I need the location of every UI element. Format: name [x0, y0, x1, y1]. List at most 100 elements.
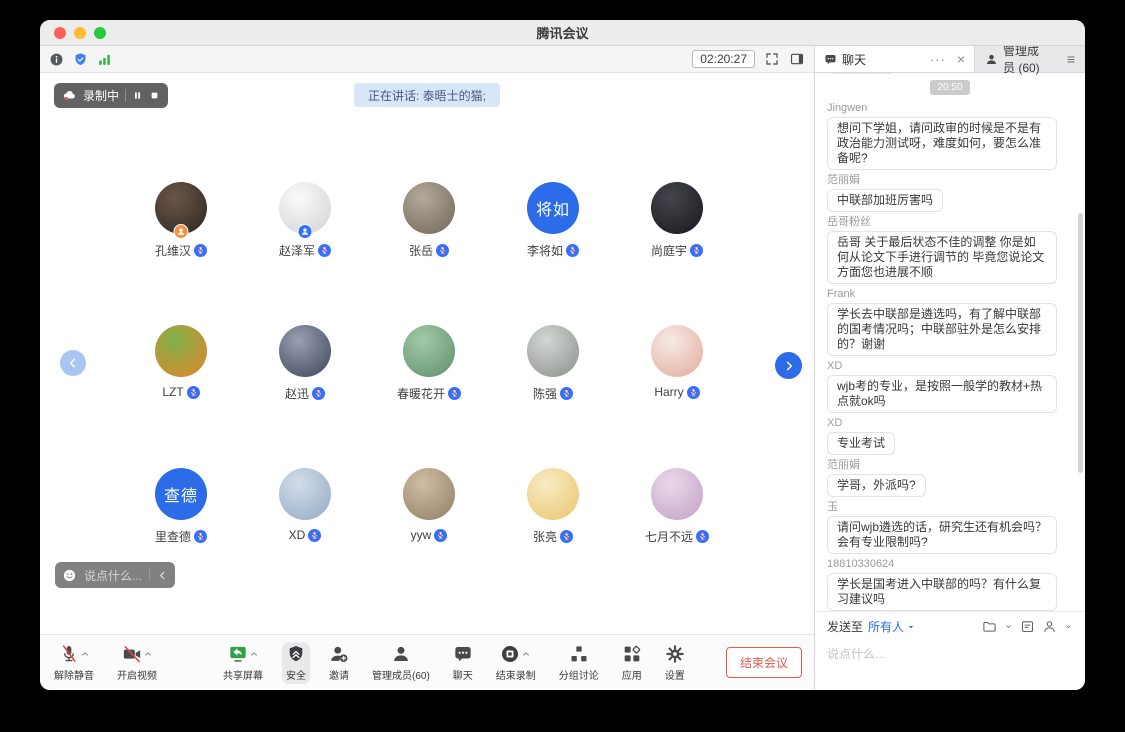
participant-name: 赵泽军 [279, 242, 315, 259]
participant-avatar [651, 182, 703, 234]
mic-muted-icon [560, 387, 573, 400]
participant-tile[interactable]: 孔维汉 [119, 182, 243, 325]
send-to-selector[interactable]: 所有人 [868, 618, 916, 635]
participant-tile[interactable]: LZT [119, 325, 243, 468]
mic-muted-icon [187, 386, 200, 399]
toolbar-apps[interactable]: 应用 [618, 642, 646, 684]
participant-tile[interactable]: 张亮 [491, 468, 615, 611]
collapse-left-icon[interactable] [157, 570, 168, 581]
participant-tile[interactable]: 春暖花开 [367, 325, 491, 468]
mic-muted-icon [312, 387, 325, 400]
mic-muted-icon [448, 387, 461, 400]
message-bubble: 学长是国考进入中联部的吗？有什么复习建议吗 [827, 573, 1057, 611]
screenshot-icon[interactable] [1020, 619, 1035, 634]
participant-avatar [651, 325, 703, 377]
close-button[interactable] [54, 27, 66, 39]
chat-scrollbar[interactable] [1078, 213, 1083, 473]
more-options-icon[interactable]: ··· [930, 52, 946, 67]
send-to-label: 发送至 [827, 618, 863, 635]
participant-tile[interactable]: 将如李将如 [491, 182, 615, 325]
recording-pill: 录制中 [54, 83, 168, 108]
message-sender: 18810330624 [827, 558, 1073, 570]
chevron-up-icon[interactable] [143, 649, 153, 659]
titlebar: 腾讯会议 [40, 20, 1085, 46]
participants-grid: 孔维汉 赵泽军 张岳将如李将如尚庭宇 LZT赵迅春暖花开陈强 Harry 查德里查德XDy… [119, 182, 739, 611]
network-signal-icon[interactable] [97, 52, 112, 67]
fullscreen-icon[interactable] [764, 51, 780, 67]
pause-recording-button[interactable] [132, 90, 143, 101]
toolbar-settings-gear[interactable]: 设置 [661, 642, 689, 684]
toolbar-chat-bubble[interactable]: 聊天 [449, 642, 477, 684]
mic-slash-icon [59, 644, 79, 664]
participant-avatar: 将如 [527, 182, 579, 234]
caption-placeholder: 说点什么... [84, 567, 142, 584]
caption-pill[interactable]: 说点什么... [55, 562, 175, 588]
tab-chat[interactable]: 聊天 ··· × [815, 46, 975, 72]
message-sender: XD [827, 360, 1073, 372]
message-bubble: wjb考的专业，是按照一般学的教材+热点就ok吗 [827, 375, 1057, 413]
chevron-down-icon[interactable] [1064, 622, 1073, 631]
toolbar-center-group: 共享屏幕安全邀请 管理成员(60) 聊天结束录制分组讨论应用设置 [219, 642, 689, 684]
toolbar-mic-slash[interactable]: 解除静音 [50, 642, 98, 684]
chat-footer: 发送至 所有人 [815, 611, 1085, 690]
participant-tile[interactable]: 赵迅 [243, 325, 367, 468]
person-add-icon [329, 644, 349, 664]
participant-avatar [155, 325, 207, 377]
members-tab-icon [985, 53, 998, 66]
toolbar-label: 设置 [665, 667, 685, 682]
toolbar-camera-slash[interactable]: 开启视频 [113, 642, 161, 684]
zoom-button[interactable] [94, 27, 106, 39]
chat-input[interactable] [815, 641, 1085, 685]
smiley-icon[interactable] [62, 568, 77, 583]
chevron-up-icon[interactable] [521, 649, 531, 659]
panel-menu-icon[interactable]: ≡ [1057, 46, 1085, 72]
chat-message-list: 岳哥粉丝谢谢分享20:50Jingwen想问下学姐，请问政审的时候是不是有政治能… [815, 73, 1085, 611]
toolbar-member[interactable]: 管理成员(60) [368, 642, 434, 684]
participant-tile[interactable]: XD [243, 468, 367, 611]
security-shield-icon[interactable] [73, 52, 88, 67]
stop-recording-button[interactable] [149, 90, 160, 101]
next-page-button[interactable] [775, 352, 802, 379]
toolbar-shield-security[interactable]: 安全 [282, 642, 310, 684]
toolbar-label: 解除静音 [54, 667, 94, 682]
chevron-up-icon[interactable] [249, 649, 259, 659]
camera-slash-icon [122, 644, 142, 664]
participant-tile[interactable]: 七月不远 [615, 468, 739, 611]
participant-tile[interactable]: Harry [615, 325, 739, 468]
participant-tile[interactable]: 陈强 [491, 325, 615, 468]
private-chat-person-icon[interactable] [1042, 619, 1057, 634]
chevron-down-icon[interactable] [1004, 622, 1013, 631]
participant-name: 孔维汉 [155, 242, 191, 259]
prev-page-button[interactable] [60, 350, 86, 376]
chevron-up-icon[interactable] [80, 649, 90, 659]
toolbar-person-add[interactable]: 邀请 [325, 642, 353, 684]
mic-muted-icon [436, 244, 449, 257]
info-icon[interactable] [49, 52, 64, 67]
participant-tile[interactable]: 查德里查德 [119, 468, 243, 611]
message-sender: Jingwen [827, 102, 1073, 114]
end-meeting-button[interactable]: 结束会议 [726, 647, 802, 678]
toolbar-screen-share[interactable]: 共享屏幕 [219, 642, 267, 684]
close-icon[interactable]: × [957, 51, 965, 67]
participant-avatar [403, 325, 455, 377]
window-title: 腾讯会议 [536, 23, 588, 42]
participant-tile[interactable]: 张岳 [367, 182, 491, 325]
side-panel-icon[interactable] [789, 51, 805, 67]
mic-muted-icon [566, 244, 579, 257]
participant-tile[interactable]: 尚庭宇 [615, 182, 739, 325]
participant-tile[interactable]: 赵泽军 [243, 182, 367, 325]
toolbar-label: 邀请 [329, 667, 349, 682]
minimize-button[interactable] [74, 27, 86, 39]
participant-avatar: 查德 [155, 468, 207, 520]
toolbar-breakout-rooms[interactable]: 分组讨论 [555, 642, 603, 684]
screen-share-icon [228, 644, 248, 664]
apps-icon [622, 644, 642, 664]
participant-name: Harry [654, 385, 683, 399]
toolbar-stop-record[interactable]: 结束录制 [492, 642, 540, 684]
tab-members[interactable]: 管理成员 (60) [975, 46, 1057, 72]
participant-tile[interactable]: yyw [367, 468, 491, 611]
folder-icon[interactable] [982, 619, 997, 634]
mic-muted-icon [560, 530, 573, 543]
message-sender: 岳哥粉丝 [827, 216, 1073, 228]
message-sender: 范丽娟 [827, 459, 1073, 471]
